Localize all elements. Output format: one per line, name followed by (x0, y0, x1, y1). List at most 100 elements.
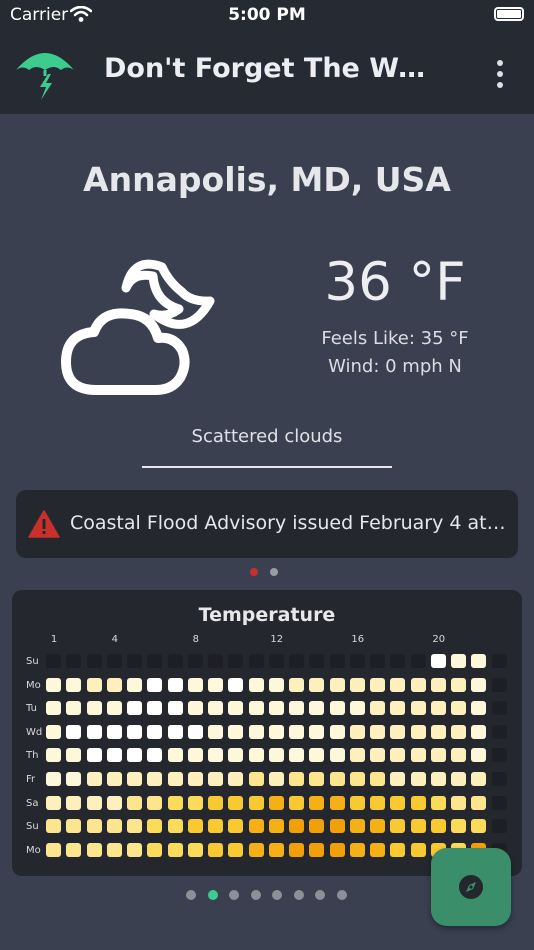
heatmap-cell (268, 701, 284, 716)
heatmap-cell (309, 772, 325, 786)
heatmap-cell (127, 772, 142, 786)
heatmap-cell (228, 724, 244, 739)
heatmap-cell (46, 654, 61, 668)
heatmap-cell (147, 819, 163, 834)
heatmap-cell (106, 701, 122, 716)
heatmap-cell (106, 677, 122, 692)
heatmap-cell (390, 819, 406, 834)
heatmap-cell (208, 842, 223, 857)
heatmap-cell (106, 842, 122, 857)
heatmap-cell (329, 748, 345, 763)
heatmap-cell (390, 795, 406, 810)
heatmap-cell (228, 795, 244, 810)
heatmap-cell (167, 819, 183, 834)
heatmap-cell (471, 795, 487, 810)
page-dot[interactable] (336, 890, 347, 900)
heatmap-cell (187, 724, 203, 739)
warning-icon (28, 510, 60, 538)
alert-page-indicator[interactable] (250, 568, 290, 578)
heatmap-cell (167, 677, 183, 692)
app-bar: Don't Forget The Weather (0, 32, 534, 114)
heatmap-cell (430, 772, 446, 786)
weather-alert-card[interactable]: Coastal Flood Advisory issued February 4… (16, 490, 518, 558)
heatmap-cell (430, 795, 446, 810)
heatmap-cell (289, 748, 304, 763)
heatmap-cell (167, 772, 183, 786)
current-temperature: 36 °F (324, 252, 466, 313)
heatmap-cell (289, 724, 304, 739)
page-dot[interactable] (250, 890, 261, 900)
heatmap-cell (390, 724, 406, 739)
umbrella-lightning-logo-icon (16, 53, 74, 100)
heatmap-cell (167, 654, 183, 668)
heatmap-cell (410, 772, 426, 786)
heatmap-cell (46, 701, 61, 716)
heatmap-cell (208, 748, 223, 763)
page-dot[interactable] (229, 890, 239, 900)
page-dot[interactable] (293, 890, 304, 900)
heatmap-cell (167, 724, 183, 739)
page-dot[interactable] (207, 890, 218, 900)
heatmap-cell (268, 748, 284, 763)
heatmap-cell (370, 748, 385, 763)
heatmap-cell (410, 724, 426, 739)
heatmap-cell (86, 654, 102, 668)
heatmap-cell (248, 701, 264, 716)
divider (142, 466, 392, 468)
heatmap-cell (430, 724, 446, 739)
heatmap-cell (106, 795, 122, 810)
heatmap-cell (410, 701, 426, 716)
heatmap-cell (289, 795, 304, 810)
page-dot[interactable] (186, 890, 196, 900)
heatmap-hour-label: 8 (192, 634, 199, 645)
heatmap-cell (46, 819, 61, 834)
heatmap-cell (167, 701, 183, 716)
page-dot[interactable] (315, 890, 325, 900)
page-dot[interactable] (272, 890, 282, 900)
overflow-menu-button[interactable] (486, 56, 514, 92)
heatmap-cell (491, 724, 507, 739)
heatmap-cell (491, 654, 507, 668)
heatmap-cell (86, 701, 102, 716)
heatmap-cell (86, 772, 102, 786)
compass-icon (459, 875, 483, 899)
locate-fab-button[interactable] (431, 848, 511, 926)
alert-page-dot[interactable] (250, 568, 258, 576)
heatmap-cell (289, 654, 304, 668)
heatmap-cell (289, 842, 304, 857)
heatmap-cell (370, 772, 385, 786)
heatmap-cell (289, 677, 304, 692)
location-title: Annapolis, MD, USA (83, 160, 451, 199)
heatmap-day-label: Th (26, 750, 39, 762)
heatmap-cell (471, 724, 487, 739)
heatmap-cell (451, 748, 466, 763)
heatmap-cell (66, 701, 82, 716)
heatmap-cell (187, 748, 203, 763)
alert-text: Coastal Flood Advisory issued February 4… (70, 512, 510, 534)
heatmap-cell (430, 701, 446, 716)
heatmap-cell (410, 748, 426, 763)
heatmap-cell (268, 724, 284, 739)
heatmap-cell (268, 654, 284, 668)
heatmap-cell (228, 842, 244, 857)
heatmap-cell (228, 748, 244, 763)
heatmap-cell (127, 819, 142, 834)
status-bar: Carrier 5:00 PM (0, 0, 534, 32)
heatmap-day-label: Su (26, 821, 39, 833)
heatmap-cell (248, 654, 264, 668)
heatmap-cell (248, 842, 264, 857)
heatmap-cell (187, 677, 203, 692)
heatmap-hour-label: 1 (50, 634, 58, 645)
heatmap-cell (491, 795, 507, 810)
heatmap-cell (329, 795, 345, 810)
heatmap-cell (309, 842, 325, 857)
alert-page-dot[interactable] (270, 568, 278, 576)
heatmap-cell (390, 654, 406, 668)
heatmap-cell (46, 724, 61, 739)
heatmap-cell (471, 701, 487, 716)
heatmap-cell (309, 795, 325, 810)
heatmap-cell (410, 795, 426, 810)
heatmap-cell (390, 842, 406, 857)
heatmap-day-label: Tu (26, 703, 37, 715)
page-indicator[interactable] (186, 890, 356, 902)
